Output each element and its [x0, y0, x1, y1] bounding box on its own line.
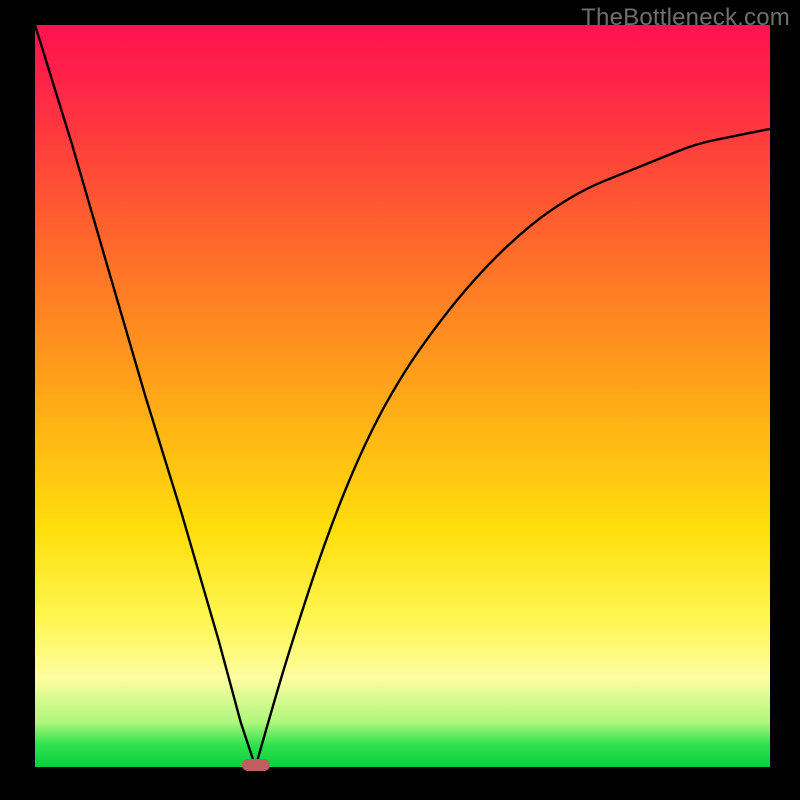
watermark-text: TheBottleneck.com [581, 4, 790, 32]
curve-path [35, 25, 770, 767]
bottleneck-curve [35, 25, 770, 767]
plot-area [35, 25, 770, 767]
minimum-marker [242, 759, 270, 771]
chart-frame: TheBottleneck.com [0, 0, 800, 800]
